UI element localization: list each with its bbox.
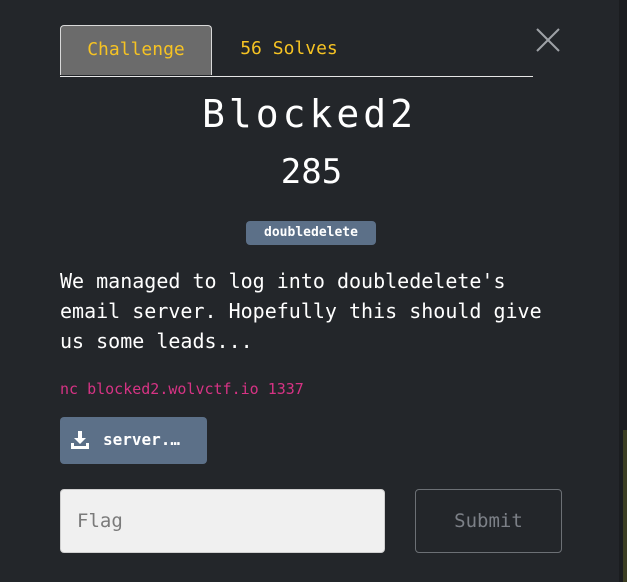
submit-button[interactable]: Submit — [415, 489, 562, 553]
challenge-description: We managed to log into doubledelete's em… — [60, 269, 542, 353]
download-file-button[interactable]: server.… — [60, 417, 207, 464]
file-name-label: server.… — [103, 430, 181, 449]
download-icon — [71, 431, 89, 449]
challenge-modal: Challenge 56 Solves Blocked2 285 doubled… — [0, 0, 619, 582]
tab-challenge[interactable]: Challenge — [60, 25, 212, 75]
connection-info: nc blocked2.wolvctf.io 1337 — [60, 380, 304, 398]
challenge-title: Blocked2 — [201, 92, 418, 136]
close-button[interactable] — [534, 26, 562, 54]
tab-bar: Challenge 56 Solves — [60, 25, 533, 77]
close-icon — [536, 28, 560, 52]
challenge-tag: doubledelete — [246, 221, 376, 245]
scrollbar-track[interactable] — [619, 0, 627, 582]
challenge-points: 285 — [280, 152, 343, 192]
flag-input[interactable] — [60, 489, 385, 553]
scrollbar-thumb[interactable] — [623, 430, 627, 582]
tab-solves[interactable]: 56 Solves — [220, 25, 358, 75]
